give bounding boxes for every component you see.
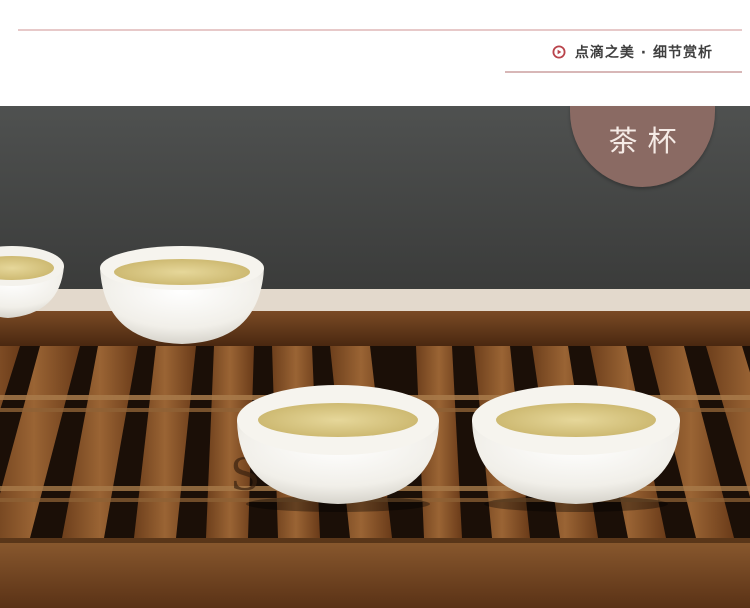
badge-title: 茶杯 (608, 124, 687, 158)
heading-underline (505, 71, 742, 73)
circle-play-icon (552, 45, 566, 59)
top-divider (18, 29, 742, 31)
section-heading-text: 点滴之美 · 细节赏析 (574, 45, 713, 61)
page-header: 点滴之美 · 细节赏析 (0, 0, 750, 106)
section-heading: 点滴之美 · 细节赏析 (552, 42, 713, 62)
